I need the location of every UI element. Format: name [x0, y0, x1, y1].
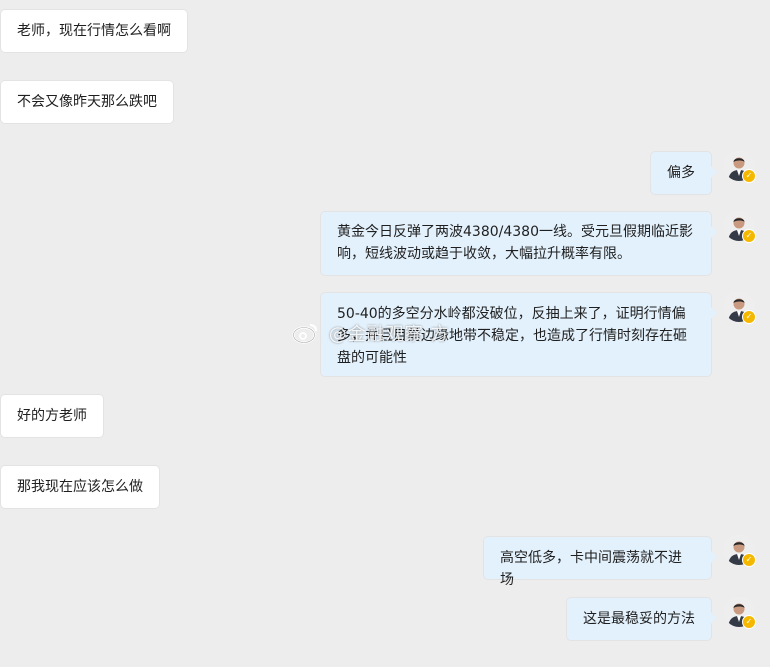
verified-badge-icon: ✓ [742, 615, 756, 629]
message-text: 不会又像昨天那么跌吧 [17, 94, 157, 110]
avatar[interactable]: ✓ [724, 597, 756, 629]
message-bubble-right[interactable]: 高空低多，卡中间震荡就不进场 [484, 537, 717, 588]
message-text: 高空低多，卡中间震荡就不进场 [500, 550, 682, 588]
weibo-logo-icon [292, 322, 318, 349]
message-text: 50-40的多空分水岭都没破位，反抽上来了，证明行情偏多，并且目前边缘地带不稳定… [337, 306, 687, 366]
message-text: 好的方老师 [17, 408, 87, 424]
message-bubble-left[interactable]: 好的方老师 [1, 395, 103, 437]
message-bubble-left[interactable]: 那我现在应该怎么做 [1, 466, 159, 508]
message-bubble-left[interactable]: 老师，现在行情怎么看啊 [1, 10, 187, 52]
avatar[interactable]: ✓ [724, 535, 756, 567]
message-bubble-right[interactable]: 50-40的多空分水岭都没破位，反抽上来了，证明行情偏多，并且目前边缘地带不稳定… [321, 293, 717, 376]
verified-badge-icon: ✓ [742, 310, 756, 324]
avatar[interactable]: ✓ [724, 292, 756, 324]
message-text: 那我现在应该怎么做 [17, 479, 143, 495]
verified-badge-icon: ✓ [742, 553, 756, 567]
message-text: 这是最稳妥的方法 [583, 611, 695, 627]
avatar[interactable]: ✓ [724, 151, 756, 183]
avatar[interactable]: ✓ [724, 211, 756, 243]
message-text: 老师，现在行情怎么看啊 [17, 23, 171, 39]
message-bubble-right[interactable]: 偏多 [651, 152, 717, 194]
message-text: 黄金今日反弹了两波4380/4380一线。受元旦假期临近影响，短线波动或趋于收敛… [337, 224, 693, 262]
verified-badge-icon: ✓ [742, 229, 756, 243]
message-bubble-right[interactable]: 这是最稳妥的方法 [567, 598, 717, 640]
message-bubble-right[interactable]: 黄金今日反弹了两波4380/4380一线。受元旦假期临近影响，短线波动或趋于收敛… [321, 212, 717, 275]
message-text: 偏多 [667, 165, 695, 181]
verified-badge-icon: ✓ [742, 169, 756, 183]
message-bubble-left[interactable]: 不会又像昨天那么跌吧 [1, 81, 173, 123]
